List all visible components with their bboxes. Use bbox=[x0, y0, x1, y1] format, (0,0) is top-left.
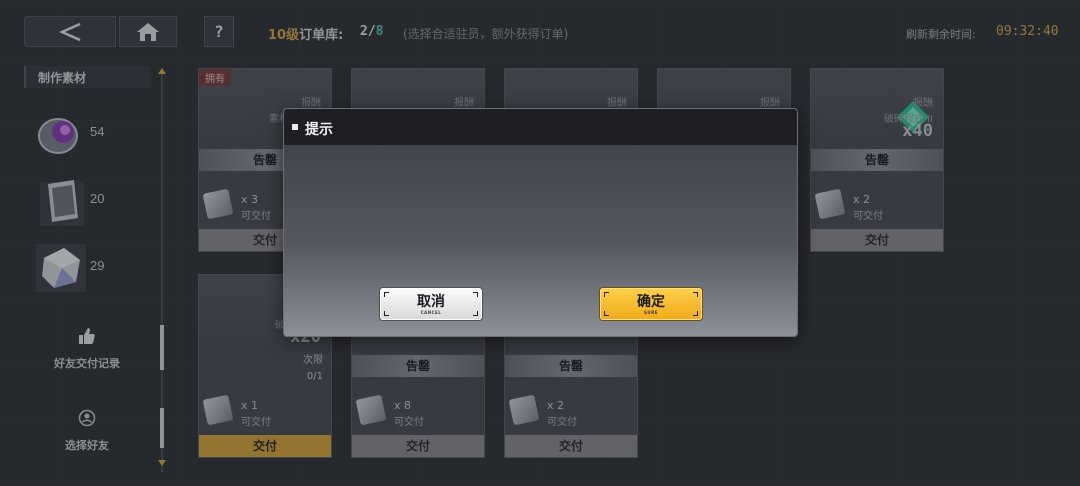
corner-mark bbox=[473, 292, 478, 297]
dialog-title-bar: 提示 bbox=[284, 109, 797, 145]
title-bullet-icon bbox=[292, 124, 298, 130]
corner-mark bbox=[604, 292, 609, 297]
cancel-sublabel: CANCEL bbox=[420, 309, 442, 315]
confirm-sublabel: SURE bbox=[644, 309, 658, 315]
corner-mark bbox=[693, 311, 698, 316]
dialog-title: 提示 bbox=[305, 122, 333, 138]
corner-mark bbox=[693, 292, 698, 297]
confirm-button[interactable]: 确定 SURE bbox=[600, 288, 702, 320]
corner-mark bbox=[473, 311, 478, 316]
corner-mark bbox=[604, 311, 609, 316]
confirm-label: 确定 bbox=[637, 293, 665, 310]
corner-mark bbox=[384, 292, 389, 297]
cancel-label: 取消 bbox=[417, 293, 445, 310]
corner-mark bbox=[384, 311, 389, 316]
cancel-button[interactable]: 取消 CANCEL bbox=[380, 288, 482, 320]
prompt-dialog: 提示 取消 CANCEL 确定 SURE bbox=[283, 108, 798, 337]
